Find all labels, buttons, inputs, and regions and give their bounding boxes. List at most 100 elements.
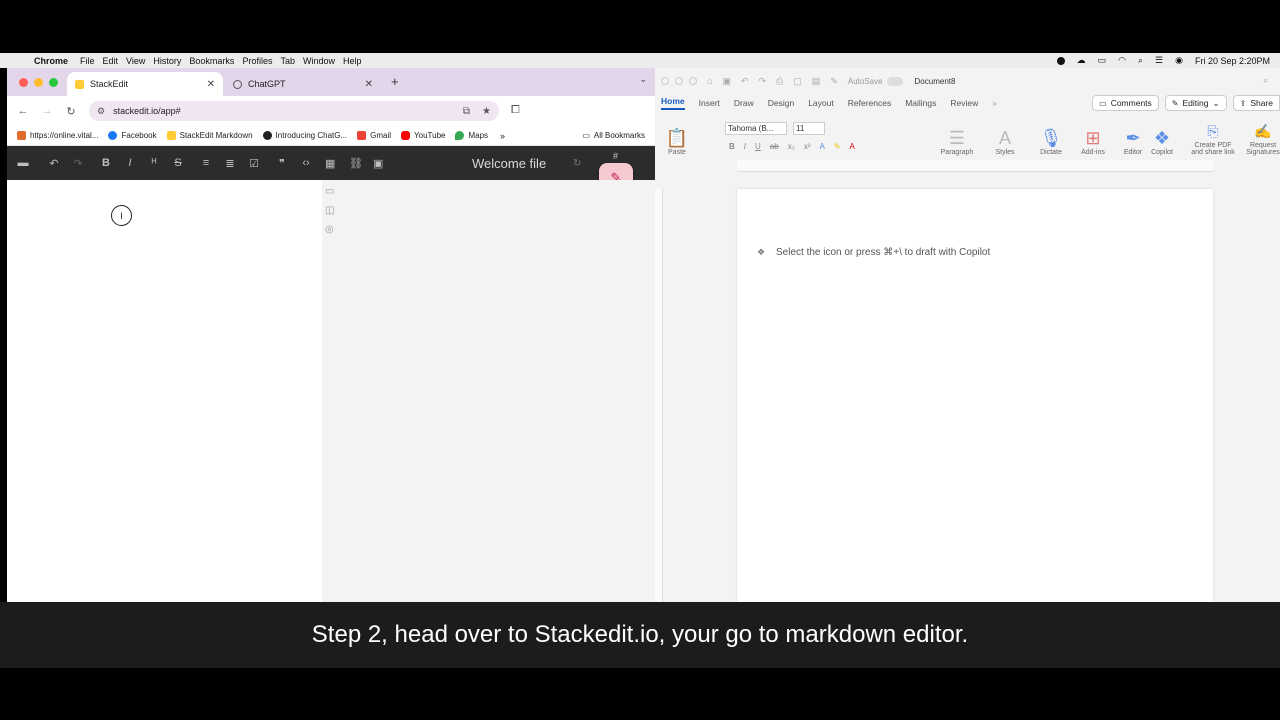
tab-references[interactable]: References bbox=[848, 98, 891, 108]
sync-icon[interactable]: ↻ bbox=[573, 158, 581, 169]
underline-icon[interactable]: U bbox=[755, 142, 761, 151]
control-center-icon[interactable]: ☰ bbox=[1155, 55, 1163, 66]
add-ins-button[interactable]: ⊞ Add-ins bbox=[1075, 114, 1111, 160]
create-pdf-button[interactable]: ⎘ Create PDF and share link bbox=[1185, 114, 1241, 160]
markdown-editor[interactable] bbox=[7, 180, 322, 602]
bold-icon[interactable]: B bbox=[729, 142, 735, 151]
code-icon[interactable]: ‹› bbox=[301, 157, 311, 169]
undo-icon[interactable]: ↶ bbox=[49, 157, 59, 170]
tab-insert[interactable]: Insert bbox=[699, 98, 720, 108]
reload-icon[interactable]: ↻ bbox=[59, 105, 83, 118]
superscript-icon[interactable]: x² bbox=[804, 142, 811, 151]
wifi-icon[interactable]: ◠ bbox=[1118, 55, 1126, 66]
autosave-toggle[interactable] bbox=[886, 76, 903, 86]
redo-icon[interactable]: ↷ bbox=[759, 76, 767, 87]
menu-file[interactable]: File bbox=[80, 56, 95, 66]
tab-stackedit[interactable]: StackEdit ✕ bbox=[67, 72, 223, 96]
battery-icon[interactable]: ▭ bbox=[1098, 55, 1107, 66]
undo-icon[interactable]: ↶ bbox=[741, 76, 749, 87]
italic-icon[interactable]: I bbox=[125, 157, 135, 169]
address-bar[interactable]: ⚙ stackedit.io/app# ⧉ ★ bbox=[89, 101, 499, 121]
tab-search-icon[interactable]: ⌄ bbox=[639, 74, 647, 85]
siri-icon[interactable]: ◉ bbox=[1175, 55, 1183, 66]
share-button[interactable]: ⇪ Share bbox=[1232, 95, 1280, 111]
paste-button[interactable]: 📋 Paste bbox=[655, 114, 699, 160]
font-size-select[interactable]: 11 bbox=[793, 122, 825, 135]
open-icon[interactable]: ▤ bbox=[812, 76, 821, 87]
bookmark-item[interactable]: StackEdit Markdown bbox=[166, 131, 253, 140]
menu-window[interactable]: Window bbox=[303, 56, 335, 66]
reader-mode-icon[interactable]: ◎ bbox=[325, 224, 334, 235]
tab-layout[interactable]: Layout bbox=[808, 98, 834, 108]
bookmark-item[interactable]: https://online.vital... bbox=[17, 131, 98, 140]
highlight-icon[interactable]: ✎ bbox=[834, 142, 841, 151]
minimize-window-icon[interactable] bbox=[675, 77, 683, 85]
redo-icon[interactable]: ↷ bbox=[73, 157, 83, 170]
blockquote-icon[interactable]: ❞ bbox=[277, 157, 287, 170]
close-tab-icon[interactable]: ✕ bbox=[207, 79, 215, 90]
link-icon[interactable]: ⛓ bbox=[349, 157, 363, 170]
check-list-icon[interactable]: ☑ bbox=[249, 157, 259, 170]
minimize-window-icon[interactable] bbox=[34, 78, 43, 87]
font-color-icon[interactable]: A bbox=[850, 142, 855, 151]
copilot-button[interactable]: ❖ Copilot bbox=[1145, 114, 1179, 160]
spotlight-icon[interactable]: ⌕ bbox=[1138, 55, 1143, 66]
edit-icon[interactable]: ✎ bbox=[830, 76, 838, 87]
tab-home[interactable]: Home bbox=[661, 96, 685, 110]
vertical-ruler[interactable] bbox=[655, 188, 663, 602]
toggle-navbar-icon[interactable]: ▭ bbox=[325, 186, 334, 197]
cloud-icon[interactable]: ☁ bbox=[1077, 55, 1086, 66]
copilot-icon[interactable]: ❖ bbox=[757, 247, 768, 258]
image-icon[interactable]: ▣ bbox=[373, 157, 383, 170]
extensions-icon[interactable]: ⧠ bbox=[511, 104, 520, 117]
text-effects-icon[interactable]: A bbox=[819, 142, 824, 151]
bookmark-item[interactable]: Maps bbox=[455, 131, 488, 140]
tab-design[interactable]: Design bbox=[768, 98, 794, 108]
clock[interactable]: Fri 20 Sep 2:20PM bbox=[1195, 56, 1270, 66]
strikethrough-icon[interactable]: ab bbox=[770, 142, 779, 151]
menu-profiles[interactable]: Profiles bbox=[242, 56, 272, 66]
print-icon[interactable]: ⎙ bbox=[776, 76, 783, 87]
back-icon[interactable]: ← bbox=[11, 105, 35, 117]
menu-edit[interactable]: Edit bbox=[103, 56, 119, 66]
dictate-button[interactable]: 🎙 Dictate bbox=[1033, 114, 1069, 160]
ordered-list-icon[interactable]: ≣ bbox=[225, 157, 235, 170]
unordered-list-icon[interactable]: ≡ bbox=[201, 157, 211, 169]
bookmark-item[interactable]: YouTube bbox=[401, 131, 445, 140]
toggle-side-preview-icon[interactable]: ◫ bbox=[325, 205, 334, 216]
menu-help[interactable]: Help bbox=[343, 56, 362, 66]
menu-view[interactable]: View bbox=[126, 56, 145, 66]
search-icon[interactable]: ⌕ bbox=[1264, 76, 1268, 86]
comments-button[interactable]: ▭ Comments bbox=[1092, 95, 1159, 111]
horizontal-ruler[interactable] bbox=[737, 160, 1213, 172]
editing-button[interactable]: ✎ Editing ⌄ bbox=[1164, 95, 1227, 111]
bookmark-item[interactable]: Facebook bbox=[108, 131, 157, 140]
install-app-icon[interactable]: ⧉ bbox=[463, 106, 470, 117]
file-title[interactable]: Welcome file bbox=[472, 156, 546, 171]
new-tab-icon[interactable]: + bbox=[391, 74, 399, 89]
all-bookmarks[interactable]: ▭ All Bookmarks bbox=[582, 131, 645, 140]
forward-icon[interactable]: → bbox=[35, 105, 59, 117]
zoom-window-icon[interactable] bbox=[49, 78, 58, 87]
paragraph-button[interactable]: ☰ Paragraph bbox=[937, 114, 977, 160]
record-icon[interactable] bbox=[1056, 56, 1065, 65]
bold-icon[interactable]: B bbox=[101, 157, 111, 169]
strikethrough-icon[interactable]: S bbox=[173, 157, 183, 169]
styles-button[interactable]: A Styles bbox=[987, 114, 1023, 160]
heading-icon[interactable]: ᴴ bbox=[149, 157, 159, 169]
table-icon[interactable]: ▦ bbox=[325, 157, 335, 170]
tab-mailings[interactable]: Mailings bbox=[905, 98, 936, 108]
menu-app-chrome[interactable]: Chrome bbox=[34, 56, 68, 66]
bookmark-item[interactable]: Gmail bbox=[357, 131, 391, 140]
tab-review[interactable]: Review bbox=[950, 98, 978, 108]
explorer-folder-icon[interactable]: ▬ bbox=[15, 157, 31, 169]
bookmark-star-icon[interactable]: ★ bbox=[482, 106, 491, 117]
menu-history[interactable]: History bbox=[153, 56, 181, 66]
close-window-icon[interactable] bbox=[19, 78, 28, 87]
tab-draw[interactable]: Draw bbox=[734, 98, 754, 108]
bookmark-item[interactable]: Introducing ChatG... bbox=[262, 131, 347, 140]
document-page[interactable]: ❖ Select the icon or press ⌘+\ to draft … bbox=[737, 189, 1213, 602]
subscript-icon[interactable]: x₂ bbox=[788, 142, 795, 151]
menu-bookmarks[interactable]: Bookmarks bbox=[189, 56, 234, 66]
close-window-icon[interactable] bbox=[661, 77, 669, 85]
